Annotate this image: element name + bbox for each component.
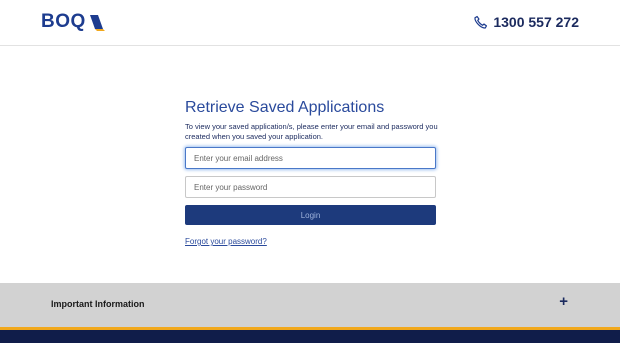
phone-contact[interactable]: 1300 557 272 xyxy=(473,11,579,33)
logo-text: BOQ xyxy=(41,11,86,32)
form-description: To view your saved application/s, please… xyxy=(185,122,438,141)
boq-logo[interactable]: BOQ xyxy=(41,11,105,33)
phone-icon xyxy=(474,15,488,29)
forgot-password-link[interactable]: Forgot your password? xyxy=(185,237,267,246)
email-input[interactable] xyxy=(185,147,436,169)
retrieve-form-section: Retrieve Saved Applications To view your… xyxy=(0,47,620,283)
phone-number[interactable]: 1300 557 272 xyxy=(493,14,579,30)
important-information-bar[interactable]: Important Information + xyxy=(0,283,620,327)
logo-mark-icon xyxy=(89,15,105,31)
site-header: BOQ 1300 557 272 xyxy=(0,0,620,46)
page-title: Retrieve Saved Applications xyxy=(185,99,385,116)
expand-plus-icon[interactable]: + xyxy=(559,294,568,309)
password-input[interactable] xyxy=(185,176,436,198)
important-information-label: Important Information xyxy=(51,299,145,309)
login-button[interactable]: Login xyxy=(185,205,436,225)
site-footer xyxy=(0,330,620,343)
